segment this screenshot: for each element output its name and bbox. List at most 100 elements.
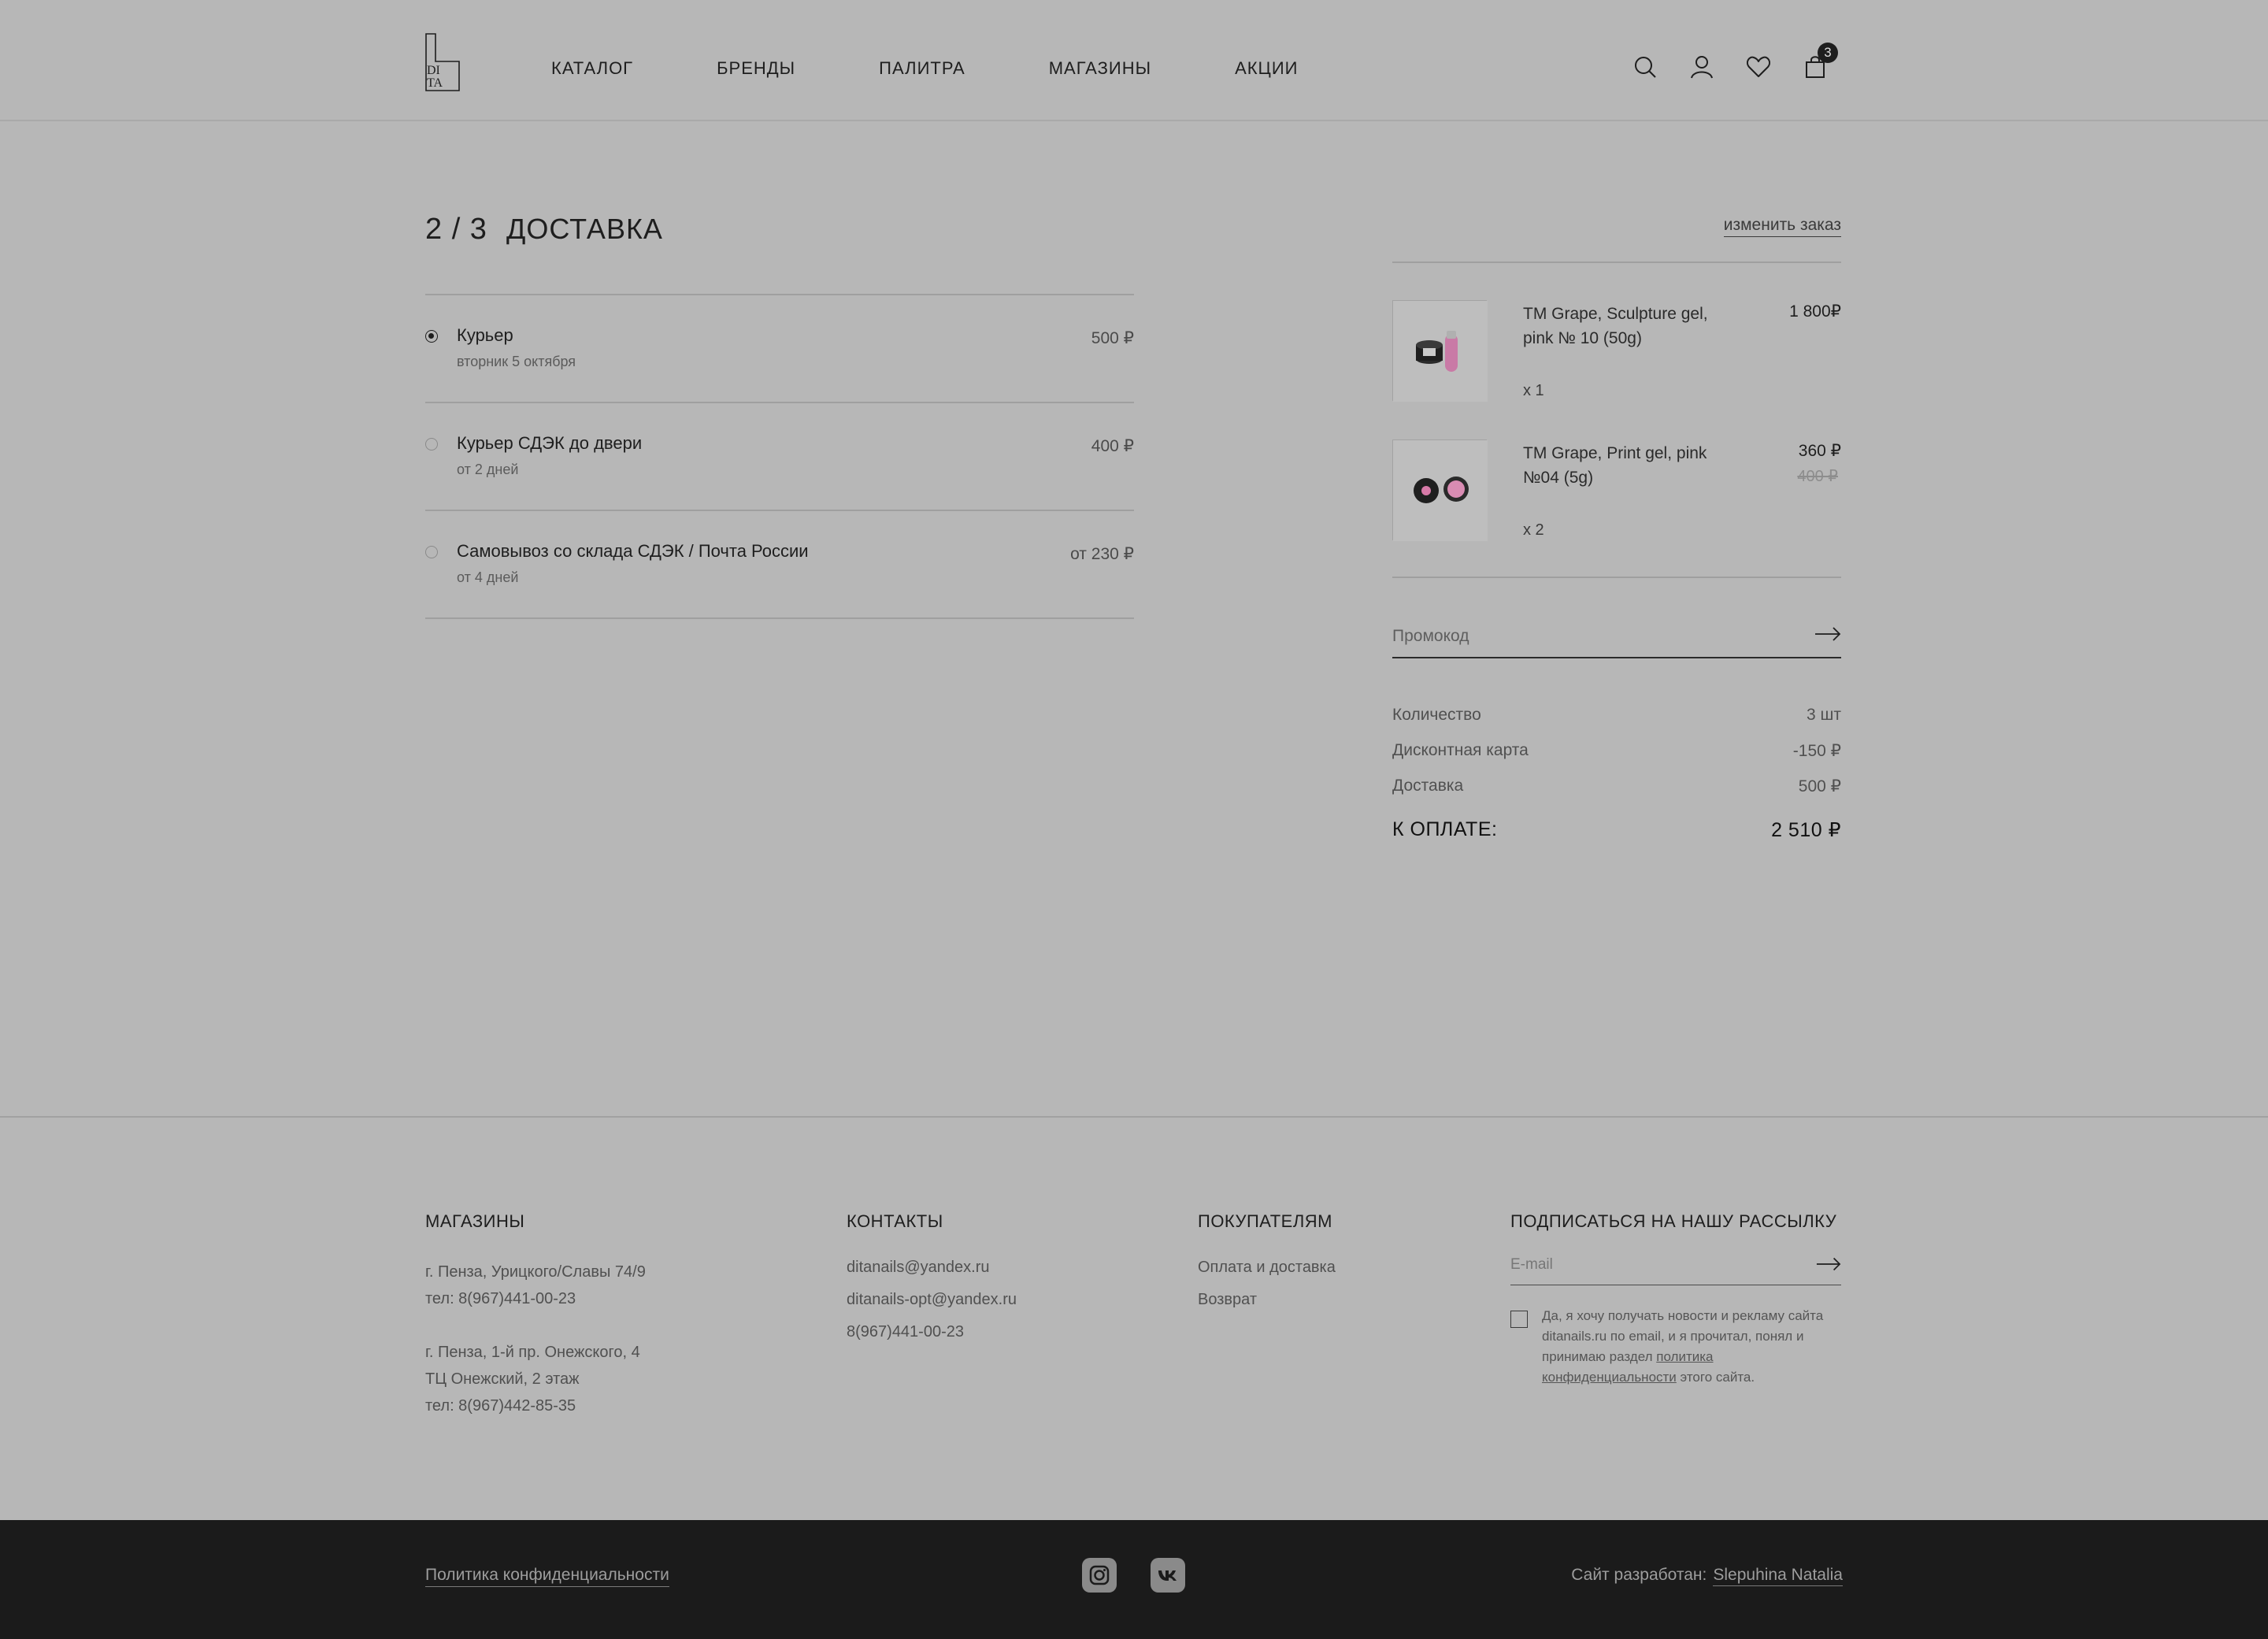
totals-value: 500 ₽ [1798,777,1841,795]
promo-field[interactable] [1392,621,1841,658]
totals-value: 3 шт [1807,706,1841,724]
link-returns[interactable]: Возврат [1198,1291,1336,1309]
totals-row: Дисконтная карта -150 ₽ [1392,741,1841,777]
search-icon[interactable] [1632,54,1658,80]
store-address: г. Пенза, Урицкого/Славы 74/9 тел: 8(967… [425,1259,646,1312]
totals-row: Доставка 500 ₽ [1392,777,1841,812]
radio-unselected[interactable] [425,546,438,558]
store-phone[interactable]: тел: 8(967)441-00-23 [425,1285,646,1312]
consent-checkbox[interactable] [1510,1311,1528,1328]
cart-product: TM Grape, Print gel, pink №04 (5g) 360 ₽… [1392,439,1841,542]
delivery-option-name: Курьер СДЭК до двери [457,433,643,453]
delivery-option-name: Самовывоз со склада СДЭК / Почта России [457,541,809,561]
order-totals: Количество 3 шт Дисконтная карта -150 ₽ … [1392,706,1841,842]
consent-text-end: этого сайта. [1676,1370,1755,1385]
site-header: DI TA КАТАЛОГ БРЕНДЫ ПАЛИТРА МАГАЗИНЫ АК… [0,0,2268,121]
delivery-option-cdek-door[interactable]: Курьер СДЭК до двери от 2 дней 400 ₽ [425,403,1134,511]
product-image[interactable] [1392,439,1488,541]
checkout-step-title: 2 / 3 ДОСТАВКА [425,213,663,247]
grand-total: К ОПЛАТЕ: 2 510 ₽ [1392,818,1841,842]
store-phone[interactable]: тел: 8(967)442-85-35 [425,1392,646,1419]
delivery-option-courier[interactable]: Курьер вторник 5 октября 500 ₽ [425,295,1134,403]
footer-buyers: ПОКУПАТЕЛЯМ Оплата и доставка Возврат [1198,1211,1336,1323]
delivery-option-pickup[interactable]: Самовывоз со склада СДЭК / Почта России … [425,511,1134,619]
store-address-line: г. Пенза, Урицкого/Славы 74/9 [425,1263,646,1281]
totals-label: Дисконтная карта [1392,741,1529,759]
divider [1392,577,1841,578]
footer-contacts: КОНТАКТЫ ditanails@yandex.ru ditanails-o… [847,1211,1017,1355]
newsletter-title: ПОДПИСАТЬСЯ НА НАШУ РАССЫЛКУ [1510,1211,1837,1231]
store-address-line: ТЦ Онежский, 2 этаж [425,1370,580,1388]
arrow-right-icon[interactable] [1816,1255,1841,1273]
newsletter-email-field[interactable] [1510,1249,1841,1285]
nav-palette[interactable]: ПАЛИТРА [879,58,965,79]
user-icon[interactable] [1688,54,1715,80]
product-name[interactable]: TM Grape, Sculpture gel, pink № 10 (50g) [1523,302,1736,350]
logo-text-top: DI [427,64,440,77]
delivery-option-date: вторник 5 октября [457,354,576,369]
change-order-link[interactable]: изменить заказ [1723,216,1841,237]
nav-promos[interactable]: АКЦИИ [1235,58,1298,79]
footer-stores: МАГАЗИНЫ г. Пенза, Урицкого/Славы 74/9 т… [425,1211,646,1446]
step-name: ДОСТАВКА [506,213,663,245]
developer-credit: Сайт разработан: Slepuhina Natalia [1571,1566,1843,1586]
delivery-option-price: 500 ₽ [1091,329,1134,347]
total-label: К ОПЛАТЕ: [1392,818,1498,840]
instagram-icon[interactable] [1082,1558,1117,1593]
footer-stores-title: МАГАЗИНЫ [425,1211,525,1231]
nav-stores[interactable]: МАГАЗИНЫ [1049,58,1151,79]
product-price: 1 800₽ [1789,302,1841,321]
contact-email[interactable]: ditanails@yandex.ru [847,1259,1017,1277]
nav-catalog[interactable]: КАТАЛОГ [551,58,633,79]
product-image[interactable] [1392,300,1488,402]
totals-label: Количество [1392,706,1481,724]
product-qty: x 2 [1523,521,1544,539]
radio-unselected[interactable] [425,438,438,451]
total-value: 2 510 ₽ [1771,819,1841,841]
logo-text-bottom: TA [427,76,443,90]
vk-icon[interactable] [1151,1558,1185,1593]
dev-label: Сайт разработан: [1571,1566,1707,1584]
totals-value: -150 ₽ [1792,742,1841,760]
footer-bottom-bar: Политика конфиденциальности Сайт разрабо… [0,1520,2268,1639]
product-price: 360 ₽ [1798,442,1841,460]
arrow-right-icon[interactable] [1814,625,1841,643]
radio-selected[interactable] [425,330,438,343]
delivery-option-name: Курьер [457,325,513,345]
main-nav: КАТАЛОГ БРЕНДЫ ПАЛИТРА МАГАЗИНЫ АКЦИИ [551,58,1381,79]
footer-divider [0,1116,2268,1118]
delivery-option-date: от 2 дней [457,462,519,477]
totals-row: Количество 3 шт [1392,706,1841,741]
promo-input[interactable] [1392,621,1786,652]
logo[interactable]: DI TA [425,33,460,91]
totals-label: Доставка [1392,777,1464,795]
contact-email-opt[interactable]: ditanails-opt@yandex.ru [847,1291,1017,1309]
consent-text: Да, я хочу получать новости и рекламу са… [1542,1306,1841,1388]
product-old-price: 400 ₽ [1797,468,1838,485]
footer-newsletter: ПОДПИСАТЬСЯ НА НАШУ РАССЫЛКУ Да, я хочу … [1510,1211,1841,1388]
cart-count-badge: 3 [1818,43,1838,63]
email-input[interactable] [1510,1249,1794,1281]
link-payment-delivery[interactable]: Оплата и доставка [1198,1259,1336,1277]
store-address: г. Пенза, 1-й пр. Онежского, 4 ТЦ Онежск… [425,1339,646,1419]
dev-name-link[interactable]: Slepuhina Natalia [1713,1566,1843,1586]
privacy-policy-footer-link[interactable]: Политика конфиденциальности [425,1566,669,1587]
store-address-line: г. Пенза, 1-й пр. Онежского, 4 [425,1344,640,1361]
cart-icon[interactable]: 3 [1802,43,1838,80]
delivery-option-price: от 230 ₽ [1070,545,1134,563]
footer-buyers-title: ПОКУПАТЕЛЯМ [1198,1211,1332,1231]
footer-contacts-title: КОНТАКТЫ [847,1211,943,1231]
contact-phone[interactable]: 8(967)441-00-23 [847,1323,1017,1341]
product-qty: x 1 [1523,382,1544,399]
delivery-options: Курьер вторник 5 октября 500 ₽ Курьер СД… [425,294,1134,619]
delivery-option-date: от 4 дней [457,569,519,585]
header-actions: 3 [1632,43,1858,80]
delivery-option-price: 400 ₽ [1091,437,1134,455]
cart-product: TM Grape, Sculpture gel, pink № 10 (50g)… [1392,300,1841,402]
nav-brands[interactable]: БРЕНДЫ [717,58,795,79]
product-name[interactable]: TM Grape, Print gel, pink №04 (5g) [1523,441,1736,490]
heart-icon[interactable] [1745,54,1772,80]
newsletter-consent: Да, я хочу получать новости и рекламу са… [1510,1306,1841,1388]
step-counter: 2 / 3 [425,213,487,246]
divider [1392,261,1841,263]
